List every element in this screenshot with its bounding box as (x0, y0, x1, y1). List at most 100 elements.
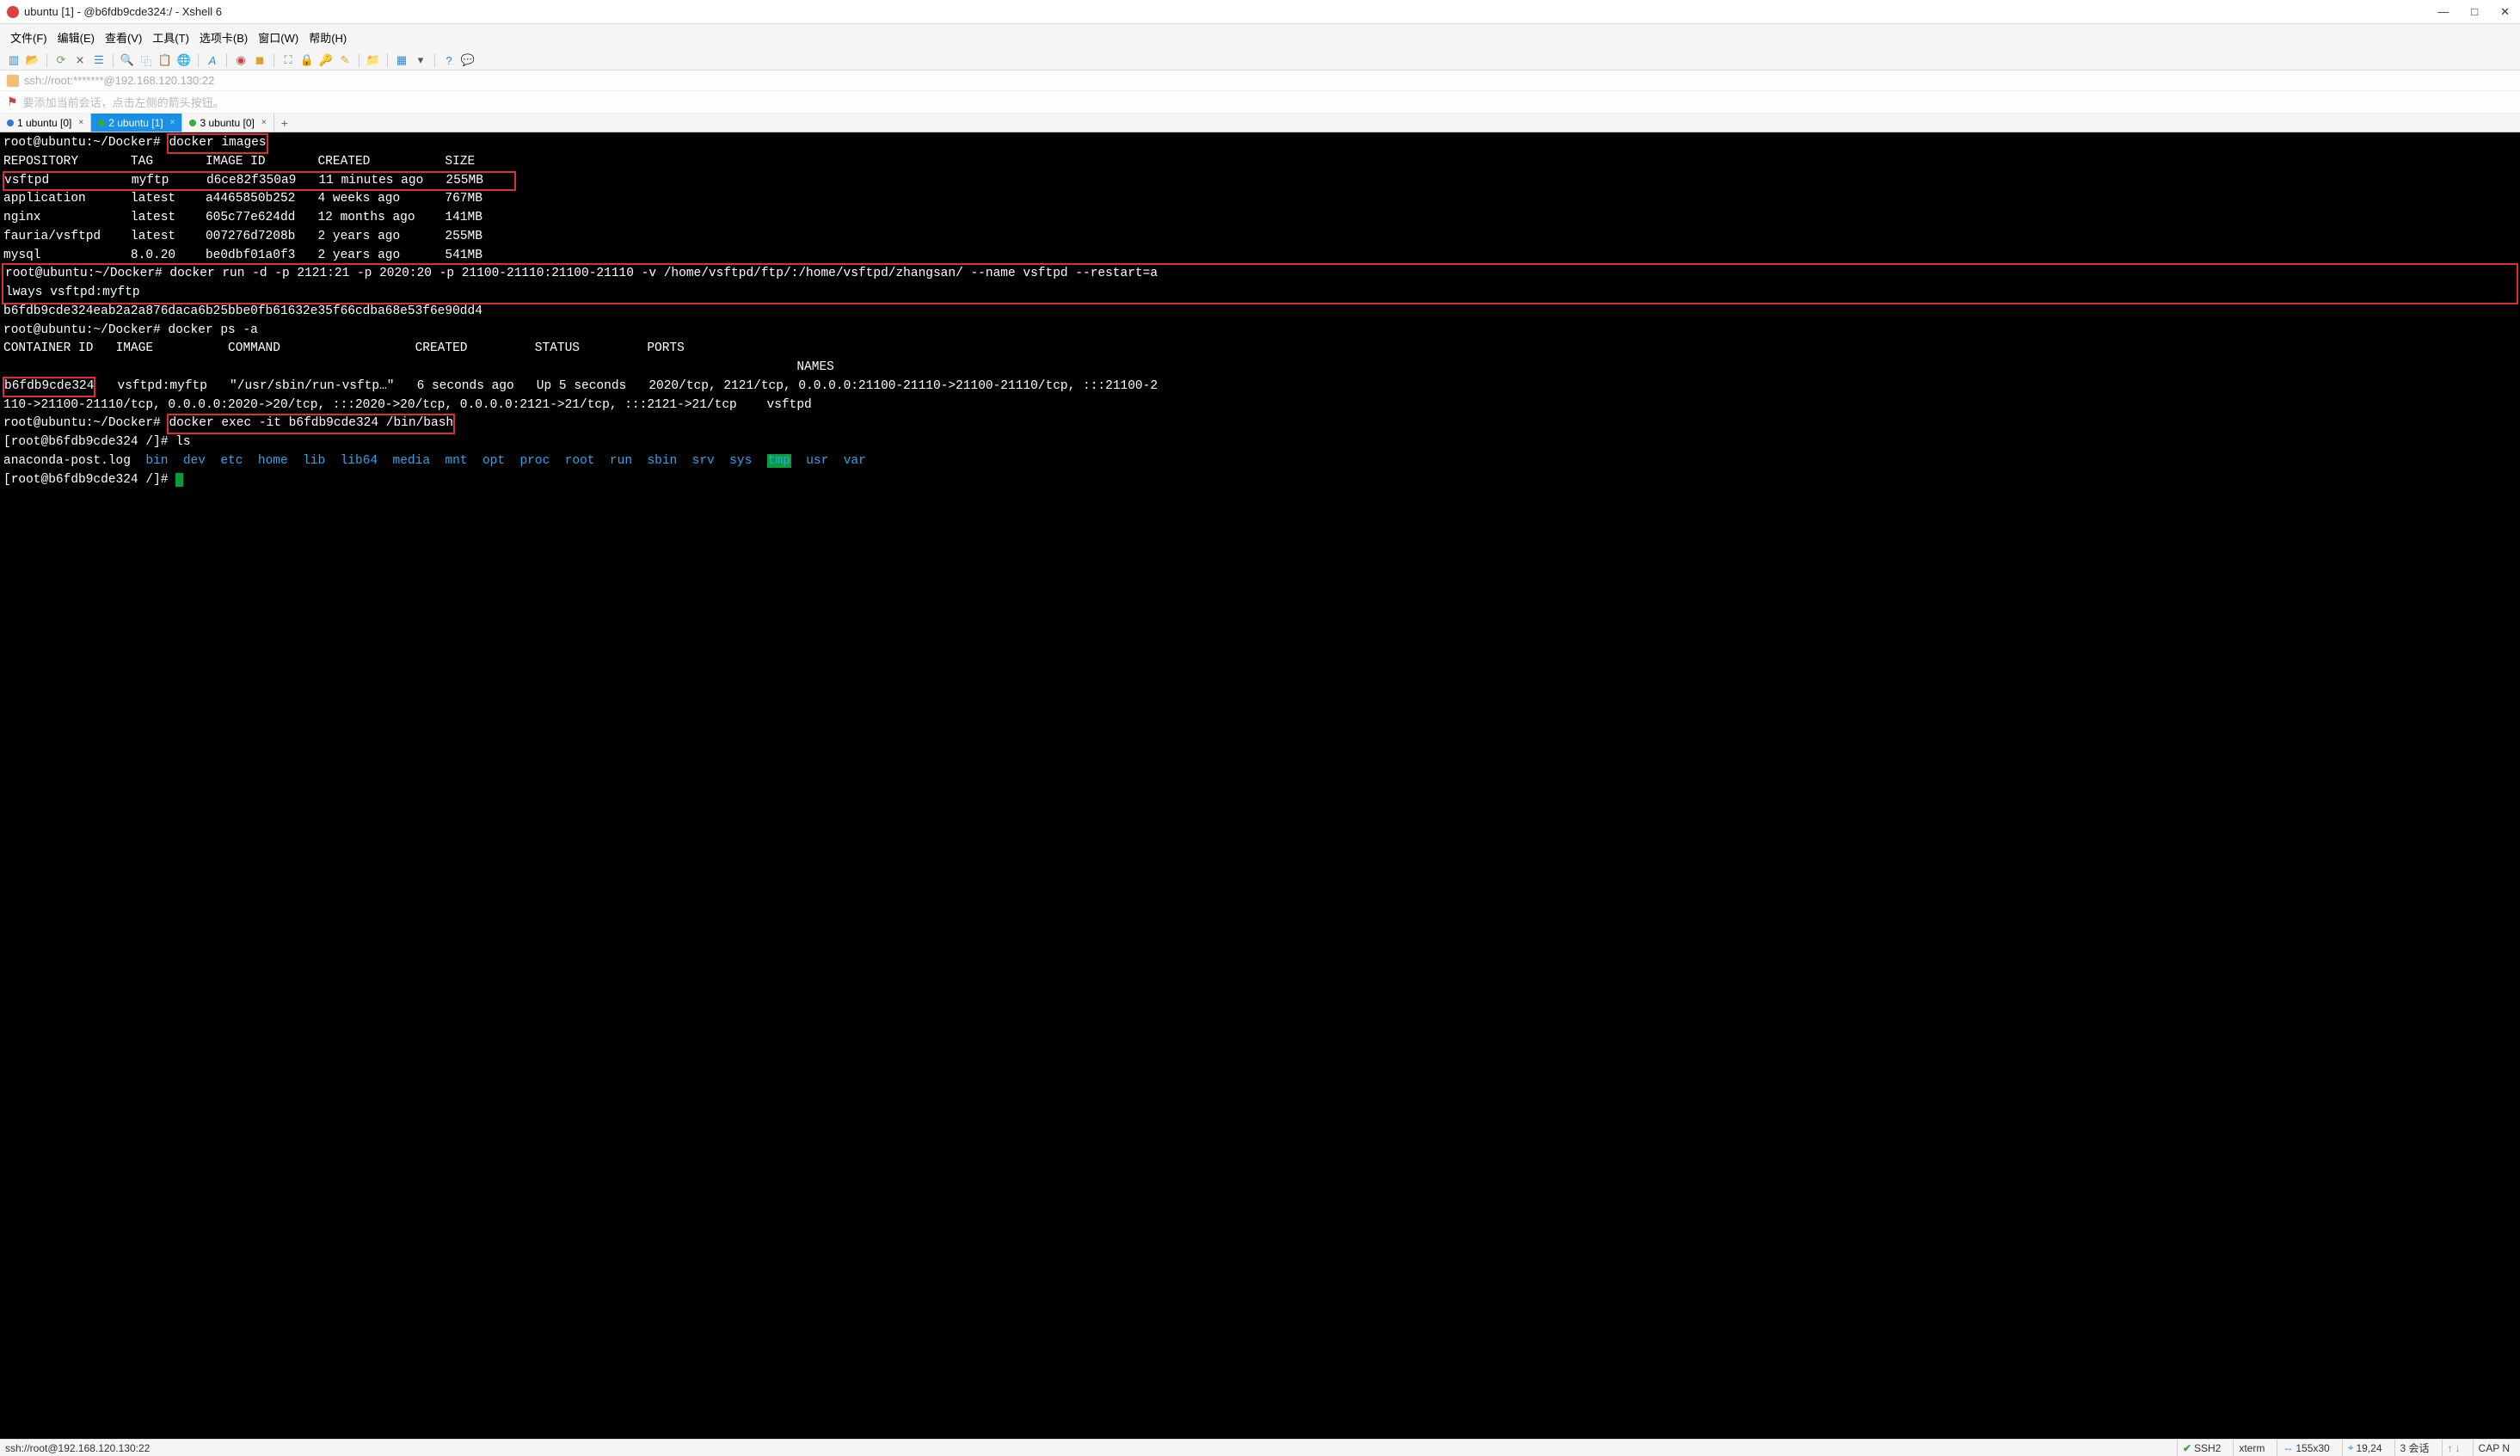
chat-icon[interactable]: 💬 (461, 53, 475, 67)
flag-icon[interactable]: ⚑ (7, 95, 18, 109)
prompt: root@ubuntu:~/Docker# (3, 136, 168, 150)
menu-view[interactable]: 查看(V) (101, 28, 145, 47)
menubar: 文件(F) 编辑(E) 查看(V) 工具(T) 选项卡(B) 窗口(W) 帮助(… (0, 24, 2520, 51)
separator (198, 53, 199, 67)
tab-label: 3 ubuntu [0] (200, 117, 254, 129)
images-header: REPOSITORY TAG IMAGE ID CREATED SIZE (3, 155, 475, 169)
copy-icon[interactable]: ⿻ (139, 53, 153, 67)
address-bar: ssh://root:*******@192.168.120.130:22 (0, 71, 2520, 91)
separator (113, 53, 114, 67)
status-term: xterm (2233, 1440, 2270, 1456)
prompt-cursor: [root@b6fdb9cde324 /]# (3, 473, 175, 487)
dir-mnt: mnt (445, 454, 467, 468)
dir-lib: lib (303, 454, 325, 468)
highlight-icon[interactable]: ✎ (338, 53, 352, 67)
new-session-icon[interactable]: ▥ (7, 53, 21, 67)
status-address: ssh://root@192.168.120.130:22 (5, 1442, 150, 1454)
stop-icon[interactable]: ◼ (253, 53, 267, 67)
reconnect-icon[interactable]: ⟳ (54, 53, 68, 67)
close-button[interactable]: ✕ (2497, 5, 2513, 19)
address-text[interactable]: ssh://root:*******@192.168.120.130:22 (24, 74, 214, 87)
tab-add-button[interactable]: + (274, 116, 295, 130)
status-dot-icon (189, 120, 196, 126)
dir-var: var (844, 454, 866, 468)
font-icon[interactable]: A (206, 53, 219, 67)
cmd-docker-exec: docker exec -it b6fdb9cde324 /bin/bash (168, 415, 454, 433)
tab-label: 1 ubuntu [0] (17, 117, 71, 129)
menu-tabs[interactable]: 选项卡(B) (196, 28, 251, 47)
tab-close-icon[interactable]: × (261, 118, 267, 127)
toolbar: ▥ 📂 ⟳ ⨯ ☰ 🔍 ⿻ 📋 🌐 A ◉ ◼ ⛶ 🔒 🔑 ✎ 📁 ▦ ▾ ? … (0, 51, 2520, 71)
tab-ubuntu-2[interactable]: 3 ubuntu [0] × (182, 114, 274, 132)
record-icon[interactable]: ◉ (234, 53, 248, 67)
minimize-button[interactable]: — (2434, 5, 2452, 19)
menu-window[interactable]: 窗口(W) (255, 28, 302, 47)
menu-file[interactable]: 文件(F) (7, 28, 51, 47)
tab-close-icon[interactable]: × (78, 118, 83, 127)
dir-bin: bin (145, 454, 168, 468)
paste-icon[interactable]: 📋 (158, 53, 172, 67)
cascade-icon[interactable]: ▾ (414, 53, 427, 67)
menu-help[interactable]: 帮助(H) (305, 28, 350, 47)
globe-icon[interactable]: 🌐 (177, 53, 191, 67)
separator (387, 53, 388, 67)
dir-tmp: tmp (767, 454, 791, 468)
dir-usr: usr (806, 454, 828, 468)
status-cap: CAP N (2473, 1440, 2515, 1456)
fullscreen-icon[interactable]: ⛶ (281, 53, 295, 67)
key-icon[interactable]: 🔑 (319, 53, 333, 67)
dir-proc: proc (519, 454, 550, 468)
ps-header: CONTAINER ID IMAGE COMMAND CREATED STATU… (3, 341, 685, 355)
ps-row2: 110->21100-21110/tcp, 0.0.0.0:2020->20/t… (3, 398, 812, 412)
dir-opt: opt (482, 454, 505, 468)
dir-sbin: sbin (647, 454, 677, 468)
tab-ubuntu-1[interactable]: 2 ubuntu [1] × (91, 114, 182, 132)
lock-icon[interactable]: 🔒 (300, 53, 314, 67)
menu-edit[interactable]: 编辑(E) (54, 28, 98, 47)
arrow-down-icon: ↓ (2455, 1442, 2461, 1454)
app-icon (7, 6, 19, 18)
cmd-docker-images: docker images (168, 134, 267, 153)
dir-home: home (258, 454, 288, 468)
search-icon[interactable]: 🔍 (120, 53, 134, 67)
disconnect-icon[interactable]: ⨯ (73, 53, 87, 67)
ls-output: anaconda-post.log bin dev etc home lib l… (3, 454, 881, 468)
ps-names: NAMES (3, 360, 834, 374)
docker-run-block: root@ubuntu:~/Docker# docker run -d -p 2… (3, 265, 2517, 303)
tab-bar: 1 ubuntu [0] × 2 ubuntu [1] × 3 ubuntu [… (0, 114, 2520, 132)
prompt-ps: root@ubuntu:~/Docker# docker ps -a (3, 323, 258, 337)
status-bar: ssh://root@192.168.120.130:22 ✔SSH2 xter… (0, 1439, 2520, 1456)
help-icon[interactable]: ? (442, 53, 456, 67)
dir-dev: dev (183, 454, 206, 468)
dir-lib64: lib64 (341, 454, 378, 468)
cursor-pos-icon: ⌖ (2348, 1441, 2354, 1454)
status-size: ⇔ 155x30 (2277, 1440, 2334, 1456)
prompt-exec: root@ubuntu:~/Docker# (3, 416, 168, 430)
separator (226, 53, 227, 67)
maximize-button[interactable]: □ (2468, 5, 2481, 19)
tab-close-icon[interactable]: × (170, 118, 175, 127)
image-row-vsftpd: vsftpd myftp d6ce82f350a9 11 minutes ago… (3, 172, 515, 191)
dir-sys: sys (729, 454, 752, 468)
hint-bar: ⚑ 要添加当前会话，点击左侧的箭头按钮。 (0, 91, 2520, 114)
dir-media: media (393, 454, 431, 468)
tab-ubuntu-0[interactable]: 1 ubuntu [0] × (0, 114, 91, 132)
status-dot-icon (98, 120, 105, 126)
lock-shield-icon (7, 75, 19, 87)
properties-icon[interactable]: ☰ (92, 53, 106, 67)
container-hash: b6fdb9cde324eab2a2a876daca6b25bbe0fb6163… (3, 304, 482, 318)
dir-etc: etc (220, 454, 243, 468)
window-title: ubuntu [1] - @b6fdb9cde324:/ - Xshell 6 (24, 5, 2434, 18)
separator (359, 53, 360, 67)
image-rows: application latest a4465850b252 4 weeks … (3, 192, 482, 261)
separator (46, 53, 47, 67)
folder-icon[interactable]: 📁 (366, 53, 380, 67)
menu-tools[interactable]: 工具(T) (149, 28, 193, 47)
tab-label: 2 ubuntu [1] (108, 117, 163, 129)
layout-icon[interactable]: ▦ (395, 53, 409, 67)
window-controls: — □ ✕ (2434, 5, 2513, 19)
open-icon[interactable]: 📂 (26, 53, 40, 67)
dir-srv: srv (692, 454, 715, 468)
status-cursor: ⌖ 19,24 (2342, 1440, 2388, 1456)
terminal[interactable]: root@ubuntu:~/Docker# docker images REPO… (0, 132, 2520, 1439)
